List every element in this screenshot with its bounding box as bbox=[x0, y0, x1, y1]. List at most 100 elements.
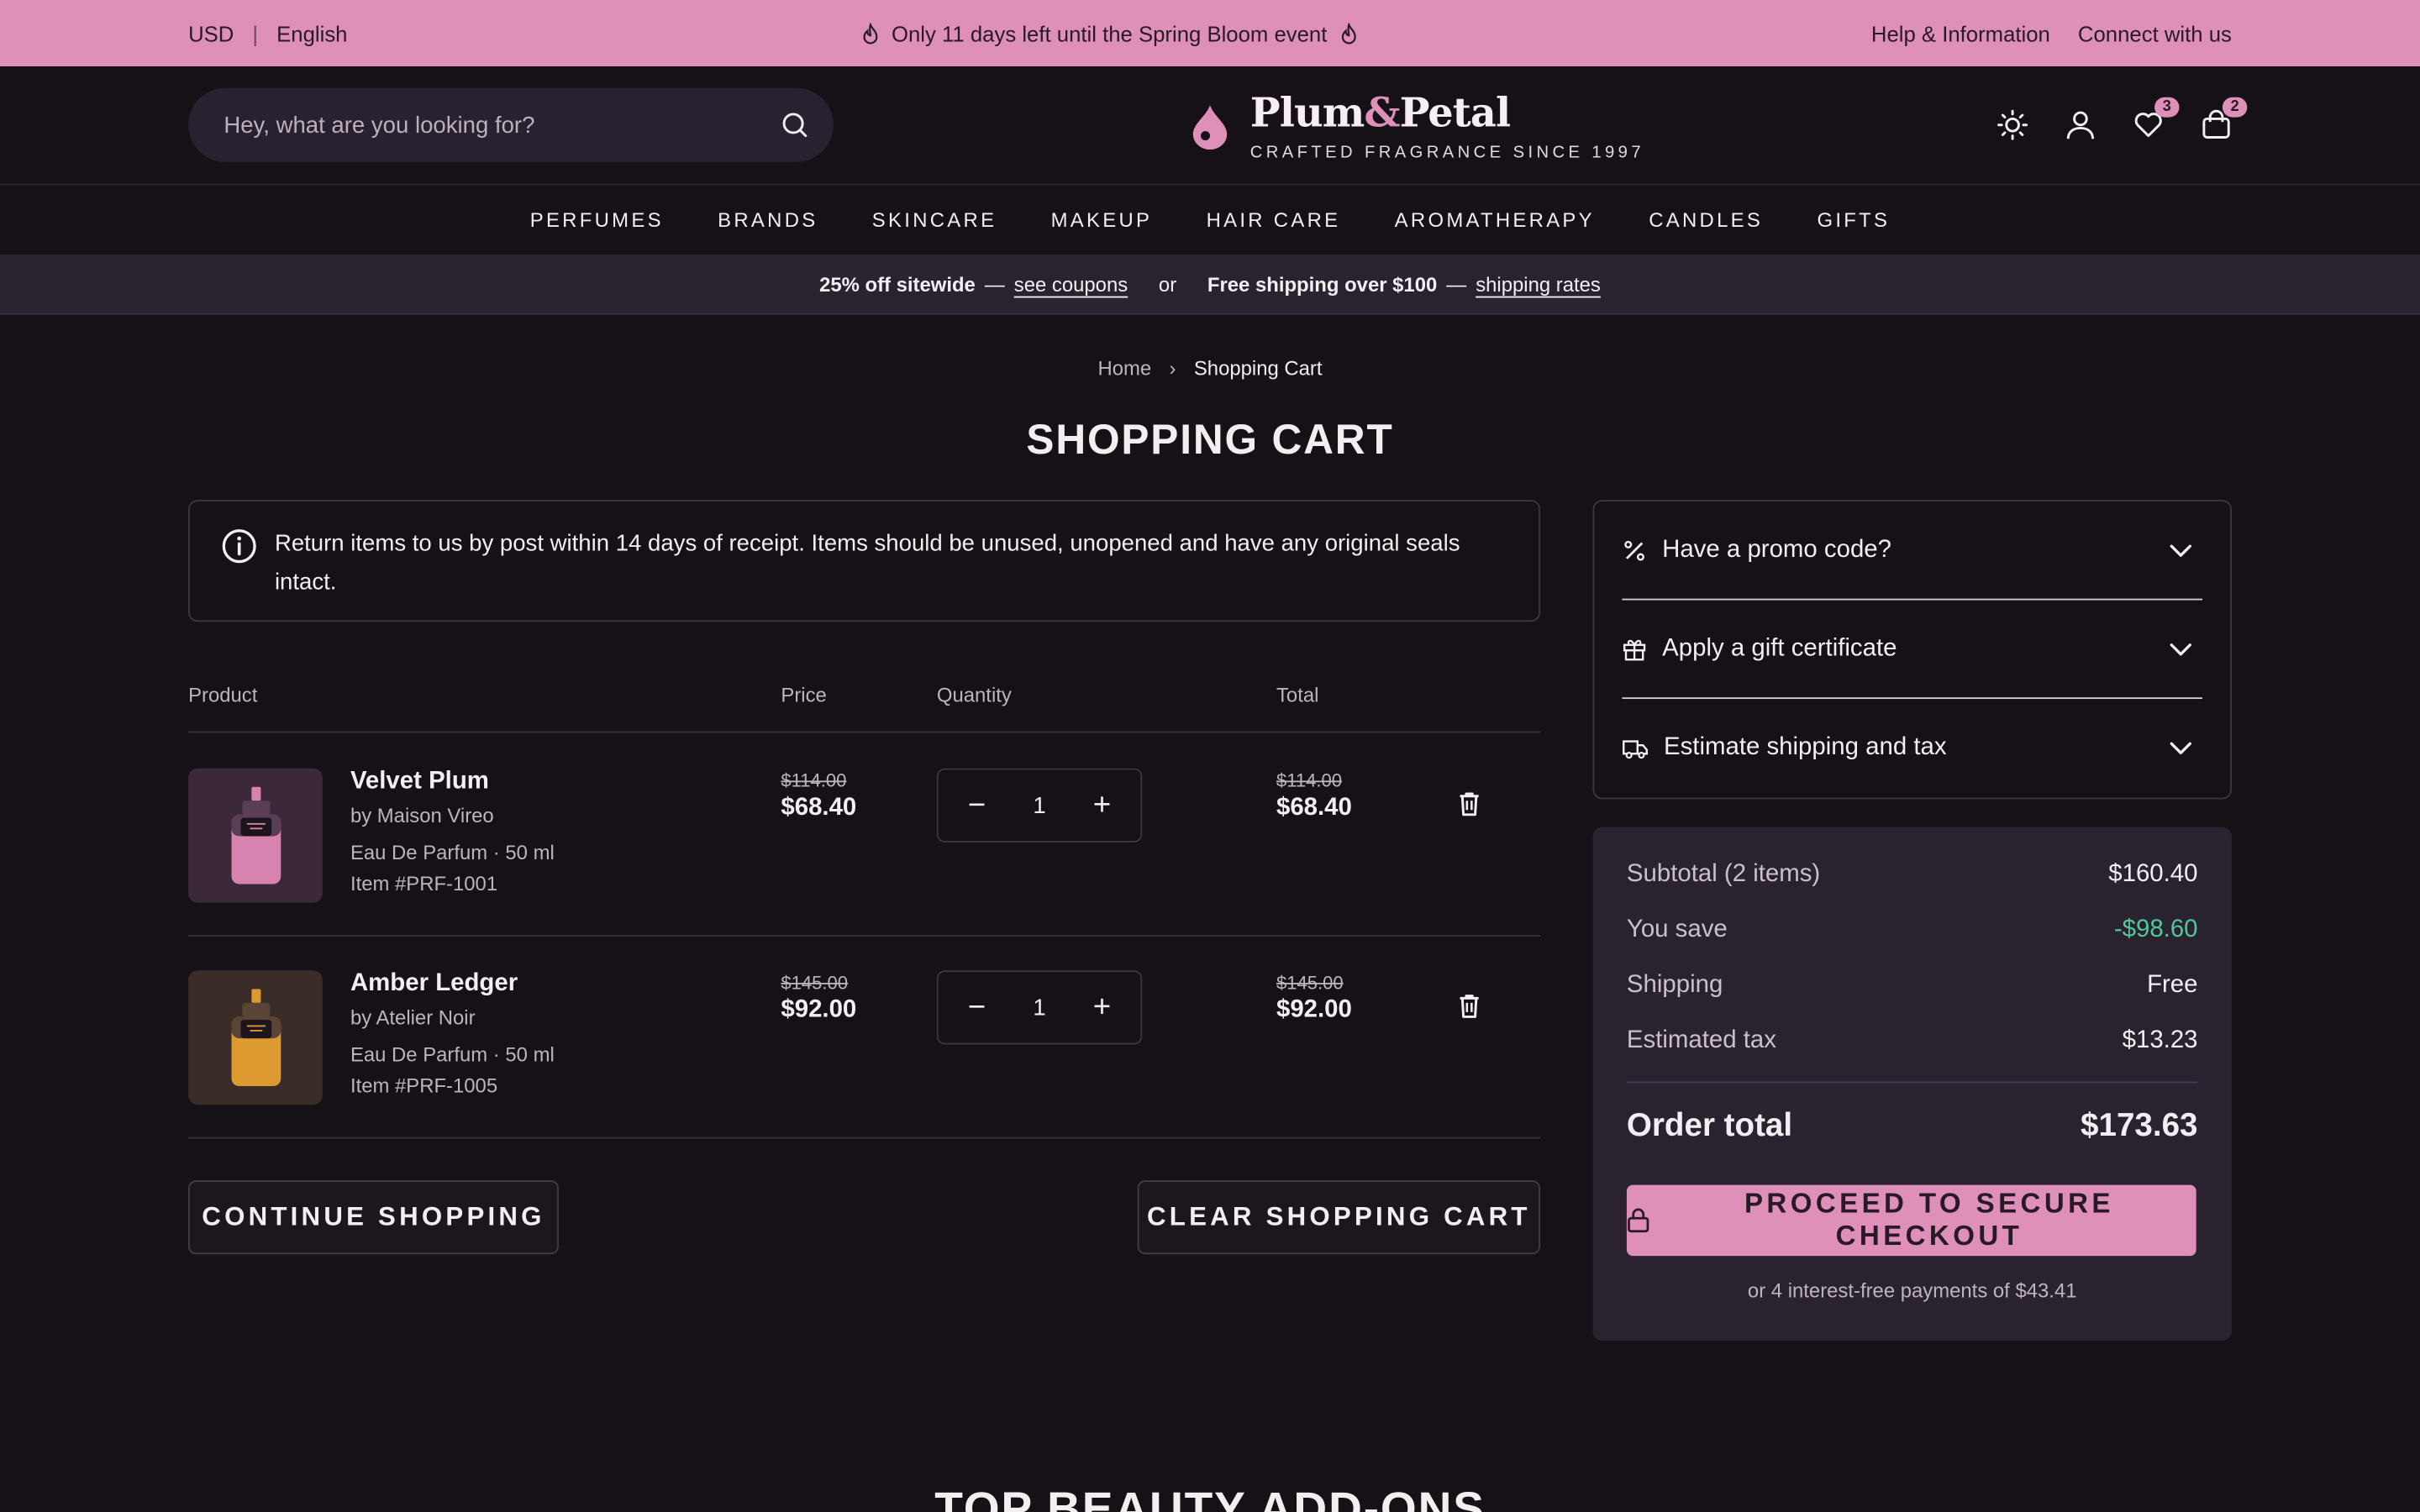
notice-text: Return items to us by post within 14 day… bbox=[274, 530, 1460, 596]
wishlist-heart-icon[interactable]: 3 bbox=[2133, 97, 2180, 140]
cart-options-accordion: Have a promo code? Apply a gift certific… bbox=[1592, 500, 2232, 800]
lock-icon bbox=[1628, 1208, 1649, 1233]
promo-dash: — bbox=[984, 273, 1005, 297]
chevron-right-icon: › bbox=[1169, 356, 1176, 380]
quantity-stepper: − 1 + bbox=[936, 970, 1143, 1045]
search-bar bbox=[188, 87, 834, 162]
cart-item-row: Amber Ledger by Atelier Noir Eau De Parf… bbox=[188, 937, 1541, 1139]
logo-wordmark: Plum&Petal bbox=[1249, 91, 1511, 138]
summary-savings-row: You save -$98.60 bbox=[1627, 916, 2198, 944]
promo-dash: — bbox=[1446, 273, 1467, 297]
drop-logo-icon bbox=[1192, 104, 1228, 150]
line-total-value: $92.00 bbox=[1276, 996, 1352, 1023]
gift-icon bbox=[1623, 638, 1646, 660]
order-summary: Subtotal (2 items) $160.40 You save -$98… bbox=[1592, 827, 2232, 1341]
original-price: $114.00 bbox=[781, 769, 847, 792]
order-total-value: $173.63 bbox=[2081, 1107, 2198, 1144]
chevron-down-icon bbox=[2170, 742, 2191, 754]
top-links: Help & Information Connect with us bbox=[1871, 21, 2232, 45]
connect-link[interactable]: Connect with us bbox=[2078, 21, 2232, 45]
product-brand: by Maison Vireo bbox=[350, 803, 494, 827]
top-bar: USD | English Only 11 days left until th… bbox=[0, 0, 2420, 66]
product-thumbnail[interactable] bbox=[188, 768, 323, 903]
product-name[interactable]: Amber Ledger bbox=[350, 970, 518, 998]
nav-skincare[interactable]: SKINCARE bbox=[872, 208, 997, 232]
cart-count-badge: 2 bbox=[2222, 97, 2248, 118]
col-product: Product bbox=[188, 683, 258, 707]
language-selector[interactable]: English bbox=[276, 21, 347, 45]
col-quantity: Quantity bbox=[936, 683, 1012, 707]
subtotal-label: Subtotal (2 items) bbox=[1626, 860, 1821, 888]
promo-code-toggle[interactable]: Have a promo code? bbox=[1622, 501, 2203, 601]
nav-gifts[interactable]: GIFTS bbox=[1817, 208, 1890, 232]
installments-note: or 4 interest-free payments of $43.41 bbox=[1747, 1278, 2077, 1303]
clear-cart-button[interactable]: CLEAR SHOPPING CART bbox=[1137, 1180, 1541, 1255]
original-line-total: $114.00 bbox=[1276, 769, 1343, 792]
cart-item-row: Velvet Plum by Maison Vireo Eau De Parfu… bbox=[188, 734, 1541, 937]
order-total-label: Order total bbox=[1626, 1107, 1793, 1144]
see-coupons-link[interactable]: see coupons bbox=[1014, 273, 1128, 297]
return-policy-notice: Return items to us by post within 14 day… bbox=[188, 500, 1541, 622]
quantity-value[interactable]: 1 bbox=[1033, 995, 1045, 1021]
account-icon[interactable] bbox=[2065, 109, 2096, 140]
help-link[interactable]: Help & Information bbox=[1871, 21, 2050, 45]
tax-value: $13.23 bbox=[2122, 1027, 2198, 1054]
quantity-stepper: − 1 + bbox=[936, 768, 1143, 843]
search-icon[interactable] bbox=[781, 111, 808, 139]
promo-code-label: Have a promo code? bbox=[1662, 536, 1891, 563]
theme-toggle-sun-icon[interactable] bbox=[1997, 109, 2028, 140]
trash-icon[interactable] bbox=[1455, 992, 1483, 1020]
promo-or: or bbox=[1158, 273, 1177, 297]
info-icon bbox=[222, 529, 256, 564]
secure-checkout-button[interactable]: PROCEED TO SECURE CHECKOUT bbox=[1626, 1184, 2196, 1257]
trash-icon[interactable] bbox=[1455, 790, 1483, 817]
sale-price: $92.00 bbox=[781, 996, 857, 1023]
breadcrumb-home[interactable]: Home bbox=[1097, 356, 1151, 380]
line-total-value: $68.40 bbox=[1276, 794, 1352, 822]
currency-selector[interactable]: USD bbox=[188, 21, 234, 45]
unit-price: $114.00 $68.40 bbox=[781, 770, 856, 822]
flame-icon bbox=[1341, 22, 1356, 44]
original-price: $145.00 bbox=[781, 972, 849, 994]
quantity-value[interactable]: 1 bbox=[1033, 792, 1045, 818]
site-logo[interactable]: Plum&Petal CRAFTED FRAGRANCE SINCE 1997 bbox=[1192, 91, 1644, 162]
header-actions: 3 2 bbox=[1997, 97, 2248, 140]
savings-label: You save bbox=[1626, 916, 1728, 943]
product-brand: by Atelier Noir bbox=[350, 1005, 476, 1030]
tax-label: Estimated tax bbox=[1626, 1027, 1776, 1054]
product-thumbnail[interactable] bbox=[188, 970, 323, 1105]
summary-subtotal-row: Subtotal (2 items) $160.40 bbox=[1627, 861, 2198, 889]
savings-value: -$98.60 bbox=[2113, 916, 2198, 943]
unit-price: $145.00 $92.00 bbox=[781, 972, 856, 1024]
increase-quantity-button[interactable]: + bbox=[1090, 788, 1114, 823]
product-description: Eau De Parfum · 50 ml bbox=[350, 841, 555, 864]
increase-quantity-button[interactable]: + bbox=[1090, 990, 1114, 1025]
nav-hair-care[interactable]: HAIR CARE bbox=[1207, 208, 1341, 232]
flame-icon bbox=[862, 22, 877, 44]
nav-perfumes[interactable]: PERFUMES bbox=[530, 208, 664, 232]
summary-divider bbox=[1626, 1081, 2198, 1084]
gift-certificate-toggle[interactable]: Apply a gift certificate bbox=[1622, 600, 2203, 700]
cart-bag-icon[interactable]: 2 bbox=[2201, 97, 2248, 140]
addons-heading: TOP BEAUTY ADD-ONS bbox=[934, 1483, 1486, 1512]
nav-aromatherapy[interactable]: AROMATHERAPY bbox=[1395, 208, 1595, 232]
shipping-rates-link[interactable]: shipping rates bbox=[1476, 273, 1601, 297]
nav-makeup[interactable]: MAKEUP bbox=[1051, 208, 1153, 232]
continue-shopping-button[interactable]: CONTINUE SHOPPING bbox=[188, 1180, 559, 1255]
search-input[interactable] bbox=[224, 112, 749, 139]
shipping-estimate-toggle[interactable]: Estimate shipping and tax bbox=[1622, 699, 2202, 798]
decrease-quantity-button[interactable]: − bbox=[965, 990, 989, 1025]
locale-selector: USD | English bbox=[188, 21, 347, 45]
product-name[interactable]: Velvet Plum bbox=[350, 769, 489, 796]
col-price: Price bbox=[781, 683, 827, 707]
promo-strip: 25% off sitewide — see coupons or Free s… bbox=[0, 255, 2420, 315]
nav-brands[interactable]: BRANDS bbox=[718, 208, 818, 232]
gift-certificate-label: Apply a gift certificate bbox=[1662, 634, 1897, 662]
logo-tagline: CRAFTED FRAGRANCE SINCE 1997 bbox=[1249, 143, 1644, 162]
perfume-bottle-image bbox=[231, 989, 281, 1087]
announcement: Only 11 days left until the Spring Bloom… bbox=[860, 21, 1358, 45]
line-total: $145.00 $92.00 bbox=[1276, 972, 1352, 1024]
nav-candles[interactable]: CANDLES bbox=[1649, 208, 1763, 232]
checkout-label: PROCEED TO SECURE CHECKOUT bbox=[1744, 1188, 2114, 1252]
decrease-quantity-button[interactable]: − bbox=[965, 788, 989, 823]
